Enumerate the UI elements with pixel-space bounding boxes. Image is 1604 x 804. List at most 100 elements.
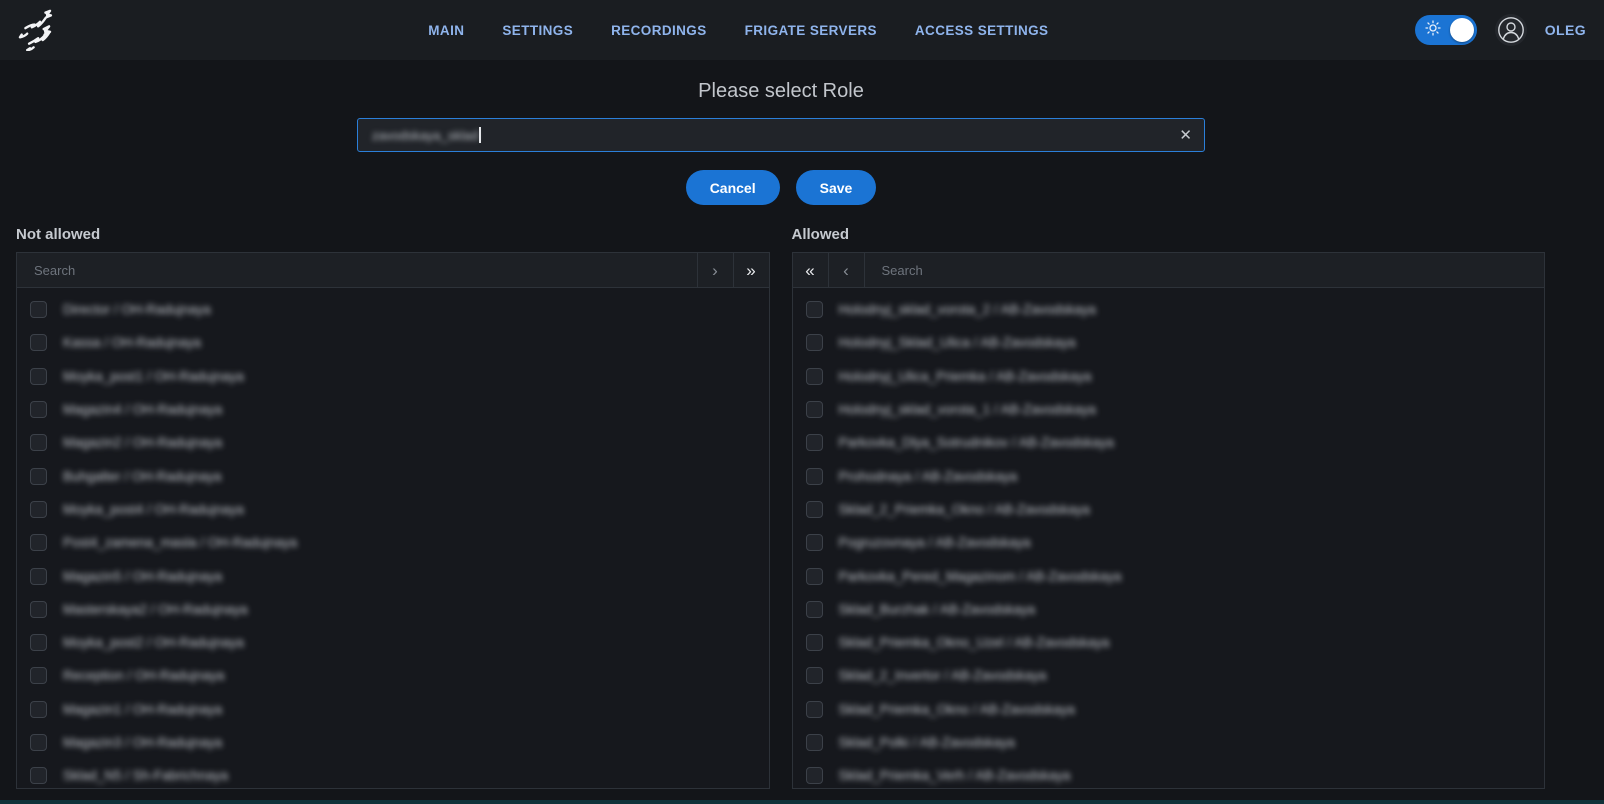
- list-item[interactable]: Pogruzovnaya / AB-Zavodskaya: [793, 526, 1545, 559]
- checkbox[interactable]: [806, 334, 823, 351]
- not-allowed-title: Not allowed: [16, 226, 770, 243]
- checkbox[interactable]: [30, 434, 47, 451]
- camera-label: Sklad_2_Invertor / AB-Zavodskaya: [839, 668, 1047, 683]
- checkbox[interactable]: [806, 601, 823, 618]
- checkbox[interactable]: [30, 468, 47, 485]
- nav-link[interactable]: FRIGATE SERVERS: [745, 23, 877, 38]
- not-allowed-search-input[interactable]: [17, 253, 697, 287]
- allowed-box: « ‹ Holodnyj_sklad_vorota_2 / AB-Zavodsk…: [792, 252, 1546, 789]
- camera-label: Sklad_2_Priemka_Okno / AB-Zavodskaya: [839, 502, 1090, 517]
- checkbox[interactable]: [806, 434, 823, 451]
- frigate-birds-logo-icon[interactable]: [18, 9, 62, 51]
- list-item[interactable]: Holodnyj_sklad_vorota_2 / AB-Zavodskaya: [793, 293, 1545, 326]
- nav-link[interactable]: ACCESS SETTINGS: [915, 23, 1049, 38]
- list-item[interactable]: Parkovka_Pered_Magazinom / AB-Zavodskaya: [793, 559, 1545, 592]
- list-item[interactable]: Holodnyj_Sklad_Ulica / AB-Zavodskaya: [793, 326, 1545, 359]
- camera-label: Parkovka_Dlya_Sotrudnikov / AB-Zavodskay…: [839, 435, 1114, 450]
- list-item[interactable]: Holodnyj_Ulica_Priemka / AB-Zavodskaya: [793, 360, 1545, 393]
- list-item[interactable]: Magazin4 / OH-Radujnaya: [17, 393, 769, 426]
- user-avatar-icon[interactable]: [1495, 14, 1527, 46]
- camera-label: Masterskaya2 / OH-Radujnaya: [63, 602, 248, 617]
- list-item[interactable]: Moyka_post4 / OH-Radujnaya: [17, 493, 769, 526]
- list-item[interactable]: Reception / OH-Radujnaya: [17, 659, 769, 692]
- list-item[interactable]: Magazin3 / OH-Radujnaya: [17, 726, 769, 759]
- checkbox[interactable]: [806, 468, 823, 485]
- save-button[interactable]: Save: [796, 170, 877, 205]
- list-item[interactable]: Buhgalter / OH-Radujnaya: [17, 459, 769, 492]
- toggle-knob[interactable]: [1450, 18, 1474, 42]
- navbar-right: OLEG: [1415, 14, 1586, 46]
- list-item[interactable]: Kassa / OH-Radujnaya: [17, 326, 769, 359]
- camera-label: Sklad_N5 / Sh-Fabrichnaya: [63, 768, 228, 783]
- checkbox[interactable]: [806, 501, 823, 518]
- list-item[interactable]: Sklad_Priemka_Okno / AB-Zavodskaya: [793, 693, 1545, 726]
- camera-label: Kassa / OH-Radujnaya: [63, 335, 201, 350]
- list-item[interactable]: Sklad_Polki / AB-Zavodskaya: [793, 726, 1545, 759]
- list-item[interactable]: Moyka_post1 / OH-Radujnaya: [17, 360, 769, 393]
- list-item[interactable]: Magazin2 / OH-Radujnaya: [17, 426, 769, 459]
- username[interactable]: OLEG: [1545, 22, 1586, 38]
- list-item[interactable]: Sklad_2_Priemka_Okno / AB-Zavodskaya: [793, 493, 1545, 526]
- list-item[interactable]: Parkovka_Dlya_Sotrudnikov / AB-Zavodskay…: [793, 426, 1545, 459]
- camera-label: Holodnyj_Ulica_Priemka / AB-Zavodskaya: [839, 369, 1092, 384]
- list-item[interactable]: Sklad_2_Invertor / AB-Zavodskaya: [793, 659, 1545, 692]
- checkbox[interactable]: [30, 301, 47, 318]
- allowed-search-input[interactable]: [865, 253, 1545, 287]
- camera-label: Moyka_post1 / OH-Radujnaya: [63, 369, 244, 384]
- list-item[interactable]: Director / OH-Radujnaya: [17, 293, 769, 326]
- nav-link[interactable]: MAIN: [428, 23, 464, 38]
- checkbox[interactable]: [806, 734, 823, 751]
- checkbox[interactable]: [806, 701, 823, 718]
- checkbox[interactable]: [30, 534, 47, 551]
- checkbox[interactable]: [806, 534, 823, 551]
- list-item[interactable]: Sklad_Priemka_Verh / AB-Zavodskaya: [793, 759, 1545, 789]
- move-all-right-icon[interactable]: »: [733, 253, 769, 287]
- not-allowed-panel: Not allowed › » Director / OH-Radujnaya …: [16, 226, 770, 789]
- list-item[interactable]: Sklad_Priemka_Okno_Uzel / AB-Zavodskaya: [793, 626, 1545, 659]
- move-selected-left-icon[interactable]: ‹: [829, 253, 865, 287]
- checkbox[interactable]: [806, 568, 823, 585]
- camera-label: Parkovka_Pered_Magazinom / AB-Zavodskaya: [839, 569, 1122, 584]
- sun-icon: [1425, 20, 1441, 41]
- checkbox[interactable]: [30, 601, 47, 618]
- checkbox[interactable]: [30, 334, 47, 351]
- checkbox[interactable]: [30, 401, 47, 418]
- cancel-button[interactable]: Cancel: [686, 170, 780, 205]
- checkbox[interactable]: [30, 568, 47, 585]
- list-item[interactable]: Moyka_post2 / OH-Radujnaya: [17, 626, 769, 659]
- move-all-left-icon[interactable]: «: [793, 253, 829, 287]
- checkbox[interactable]: [30, 701, 47, 718]
- checkbox[interactable]: [806, 767, 823, 784]
- camera-label: Sklad_Burzhak / AB-Zavodskaya: [839, 602, 1036, 617]
- transfer-panels: Not allowed › » Director / OH-Radujnaya …: [0, 226, 1604, 789]
- list-item[interactable]: Sklad_Burzhak / AB-Zavodskaya: [793, 593, 1545, 626]
- list-item[interactable]: Post4_zamena_masla / OH-Radujnaya: [17, 526, 769, 559]
- list-item[interactable]: Sklad_N5 / Sh-Fabrichnaya: [17, 759, 769, 789]
- clear-input-icon[interactable]: ✕: [1179, 128, 1192, 143]
- checkbox[interactable]: [806, 667, 823, 684]
- camera-label: Magazin2 / OH-Radujnaya: [63, 435, 222, 450]
- checkbox[interactable]: [30, 667, 47, 684]
- role-name-input[interactable]: zavodskaya_sklad ✕: [357, 118, 1205, 152]
- list-item[interactable]: Prohodnaya / AB-Zavodskaya: [793, 459, 1545, 492]
- checkbox[interactable]: [30, 767, 47, 784]
- nav-link[interactable]: RECORDINGS: [611, 23, 707, 38]
- checkbox[interactable]: [806, 401, 823, 418]
- page-title: Please select Role: [0, 80, 1562, 103]
- list-item[interactable]: Holodnyj_sklad_vorota_1 / AB-Zavodskaya: [793, 393, 1545, 426]
- checkbox[interactable]: [30, 501, 47, 518]
- theme-toggle[interactable]: [1415, 15, 1477, 45]
- list-item[interactable]: Magazin5 / OH-Radujnaya: [17, 559, 769, 592]
- role-name-value: zavodskaya_sklad: [372, 128, 478, 143]
- move-selected-right-icon[interactable]: ›: [697, 253, 733, 287]
- checkbox[interactable]: [806, 634, 823, 651]
- checkbox[interactable]: [30, 368, 47, 385]
- nav-link[interactable]: SETTINGS: [502, 23, 573, 38]
- checkbox[interactable]: [30, 734, 47, 751]
- checkbox[interactable]: [806, 301, 823, 318]
- camera-label: Holodnyj_sklad_vorota_1 / AB-Zavodskaya: [839, 402, 1096, 417]
- checkbox[interactable]: [30, 634, 47, 651]
- list-item[interactable]: Masterskaya2 / OH-Radujnaya: [17, 593, 769, 626]
- list-item[interactable]: Magazin1 / OH-Radujnaya: [17, 693, 769, 726]
- checkbox[interactable]: [806, 368, 823, 385]
